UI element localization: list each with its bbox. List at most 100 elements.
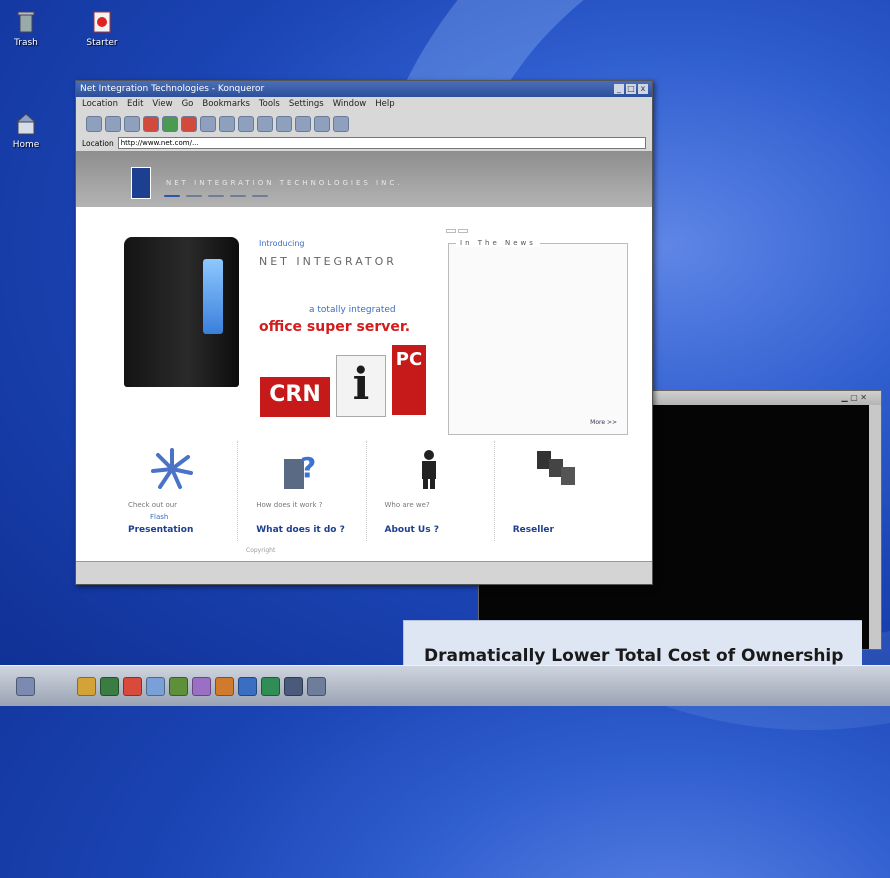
site-nav-item[interactable] bbox=[186, 195, 202, 197]
i-award-logo: i bbox=[336, 355, 386, 417]
hero-banner[interactable]: Introducing NET INTEGRATOR a totally int… bbox=[104, 227, 446, 427]
desktop-icon-trash[interactable]: Trash bbox=[0, 10, 56, 48]
news-panel: More >> bbox=[448, 243, 628, 435]
print-icon[interactable] bbox=[257, 116, 273, 132]
home-icon[interactable] bbox=[143, 116, 159, 132]
menu-go[interactable]: Go bbox=[182, 99, 194, 113]
close-button[interactable]: x bbox=[638, 84, 648, 94]
browser-title: Net Integration Technologies - Konqueror bbox=[80, 84, 265, 94]
feature-reseller[interactable]: Reseller bbox=[495, 441, 622, 541]
feature-what-it-does[interactable]: ? How does it work ? What does it do ? bbox=[238, 441, 367, 541]
menu-bookmarks[interactable]: Bookmarks bbox=[202, 99, 250, 113]
find-icon[interactable] bbox=[276, 116, 292, 132]
url-input[interactable] bbox=[117, 137, 646, 149]
menu-view[interactable]: View bbox=[152, 99, 172, 113]
browser-window[interactable]: Net Integration Technologies - Konqueror… bbox=[75, 80, 653, 585]
person-icon bbox=[421, 450, 436, 489]
svg-text:?: ? bbox=[300, 451, 316, 484]
browser-launch-icon[interactable] bbox=[100, 676, 119, 696]
menu-window[interactable]: Window bbox=[333, 99, 367, 113]
feature-about-us[interactable]: Who are we? About Us ? bbox=[367, 441, 495, 541]
desktop-icon-label: Home bbox=[12, 140, 40, 150]
page-footer: Copyright bbox=[246, 547, 276, 554]
feature-title[interactable]: Presentation bbox=[128, 525, 193, 535]
settings-icon[interactable] bbox=[333, 116, 349, 132]
site-nav-item[interactable] bbox=[164, 195, 180, 197]
menu-tools[interactable]: Tools bbox=[259, 99, 280, 113]
editor-icon[interactable] bbox=[192, 676, 211, 696]
copy-icon[interactable] bbox=[219, 116, 235, 132]
email-icon[interactable] bbox=[146, 676, 165, 696]
site-nav-item[interactable] bbox=[252, 195, 268, 197]
browser-titlebar[interactable]: Net Integration Technologies - Konqueror… bbox=[76, 81, 652, 97]
company-name: NET INTEGRATION TECHNOLOGIES INC. bbox=[166, 179, 403, 187]
feature-presentation[interactable]: Check out our Flash Presentation bbox=[110, 441, 239, 541]
company-logo-icon[interactable] bbox=[131, 167, 151, 199]
maximize-button[interactable]: □ bbox=[626, 84, 636, 94]
desktop-icon-home[interactable]: Home bbox=[0, 112, 56, 150]
menu-location[interactable]: Location bbox=[82, 99, 118, 113]
news-title: In The News bbox=[456, 239, 540, 247]
news-tab[interactable] bbox=[446, 229, 456, 233]
browser-window-buttons: _ □ x bbox=[612, 84, 648, 94]
cut-icon[interactable] bbox=[200, 116, 216, 132]
terminal-launch-icon[interactable] bbox=[169, 676, 188, 696]
network-icon[interactable] bbox=[238, 676, 257, 696]
starburst-icon bbox=[151, 448, 193, 489]
site-header: NET INTEGRATION TECHNOLOGIES INC. bbox=[76, 151, 652, 207]
news-more-link[interactable]: More >> bbox=[590, 419, 617, 426]
feature-title[interactable]: What does it do ? bbox=[256, 525, 345, 535]
pager-icon[interactable] bbox=[307, 676, 326, 696]
paint-icon[interactable] bbox=[215, 676, 234, 696]
hero-tagline-2: office super server. bbox=[259, 319, 411, 335]
location-bar: Location bbox=[76, 135, 652, 151]
zoom-in-icon[interactable] bbox=[295, 116, 311, 132]
feature-title[interactable]: About Us ? bbox=[385, 525, 439, 535]
desktop-icon-starter[interactable]: Starter bbox=[72, 10, 132, 48]
hero-tagline-1: a totally integrated bbox=[309, 305, 396, 315]
help-icon[interactable] bbox=[123, 676, 142, 696]
feature-row: Check out our Flash Presentation ? How d… bbox=[110, 441, 622, 541]
forward-icon[interactable] bbox=[105, 116, 121, 132]
terminal-scrollbar[interactable] bbox=[869, 405, 881, 649]
desktop-pager-icon[interactable] bbox=[284, 676, 303, 696]
trash-icon bbox=[17, 11, 35, 33]
site-nav-item[interactable] bbox=[208, 195, 224, 197]
paste-icon[interactable] bbox=[238, 116, 254, 132]
feature-title[interactable]: Reseller bbox=[513, 525, 554, 535]
news-tabs bbox=[446, 229, 468, 233]
server-image bbox=[124, 237, 239, 387]
browser-toolbar bbox=[76, 113, 652, 135]
feature-caption: Who are we? bbox=[384, 501, 430, 509]
feature-subtitle: Flash bbox=[150, 513, 169, 521]
desktop-icon-label: Trash bbox=[14, 38, 38, 48]
web-page: NET INTEGRATION TECHNOLOGIES INC. Introd… bbox=[76, 151, 652, 561]
crn-award-logo: CRN bbox=[258, 375, 332, 419]
file-manager-icon[interactable] bbox=[77, 676, 96, 696]
menu-help[interactable]: Help bbox=[375, 99, 394, 113]
reload-icon[interactable] bbox=[162, 116, 178, 132]
starter-icon bbox=[93, 11, 111, 33]
feature-caption: Check out our bbox=[128, 501, 178, 509]
menu-settings[interactable]: Settings bbox=[289, 99, 324, 113]
home-folder-icon bbox=[15, 113, 37, 135]
zoom-out-icon[interactable] bbox=[314, 116, 330, 132]
site-nav-item[interactable] bbox=[230, 195, 246, 197]
minimize-button[interactable]: _ bbox=[614, 84, 624, 94]
k-menu-icon[interactable] bbox=[16, 676, 35, 696]
terminal-window-buttons[interactable]: ▁ ▢ ✕ bbox=[842, 393, 868, 402]
location-label: Location bbox=[82, 138, 114, 148]
question-server-icon: ? bbox=[284, 451, 317, 489]
stop-icon[interactable] bbox=[181, 116, 197, 132]
browser-menubar: Location Edit View Go Bookmarks Tools Se… bbox=[76, 97, 652, 113]
feature-caption: How does it work ? bbox=[256, 501, 323, 509]
back-icon[interactable] bbox=[86, 116, 102, 132]
site-nav bbox=[164, 195, 268, 197]
servers-stack-icon bbox=[536, 451, 575, 485]
game-icon[interactable] bbox=[261, 676, 280, 696]
hero-product-name: NET INTEGRATOR bbox=[259, 255, 397, 268]
menu-edit[interactable]: Edit bbox=[127, 99, 143, 113]
up-icon[interactable] bbox=[124, 116, 140, 132]
browser-statusbar bbox=[76, 561, 652, 584]
news-tab[interactable] bbox=[458, 229, 468, 233]
